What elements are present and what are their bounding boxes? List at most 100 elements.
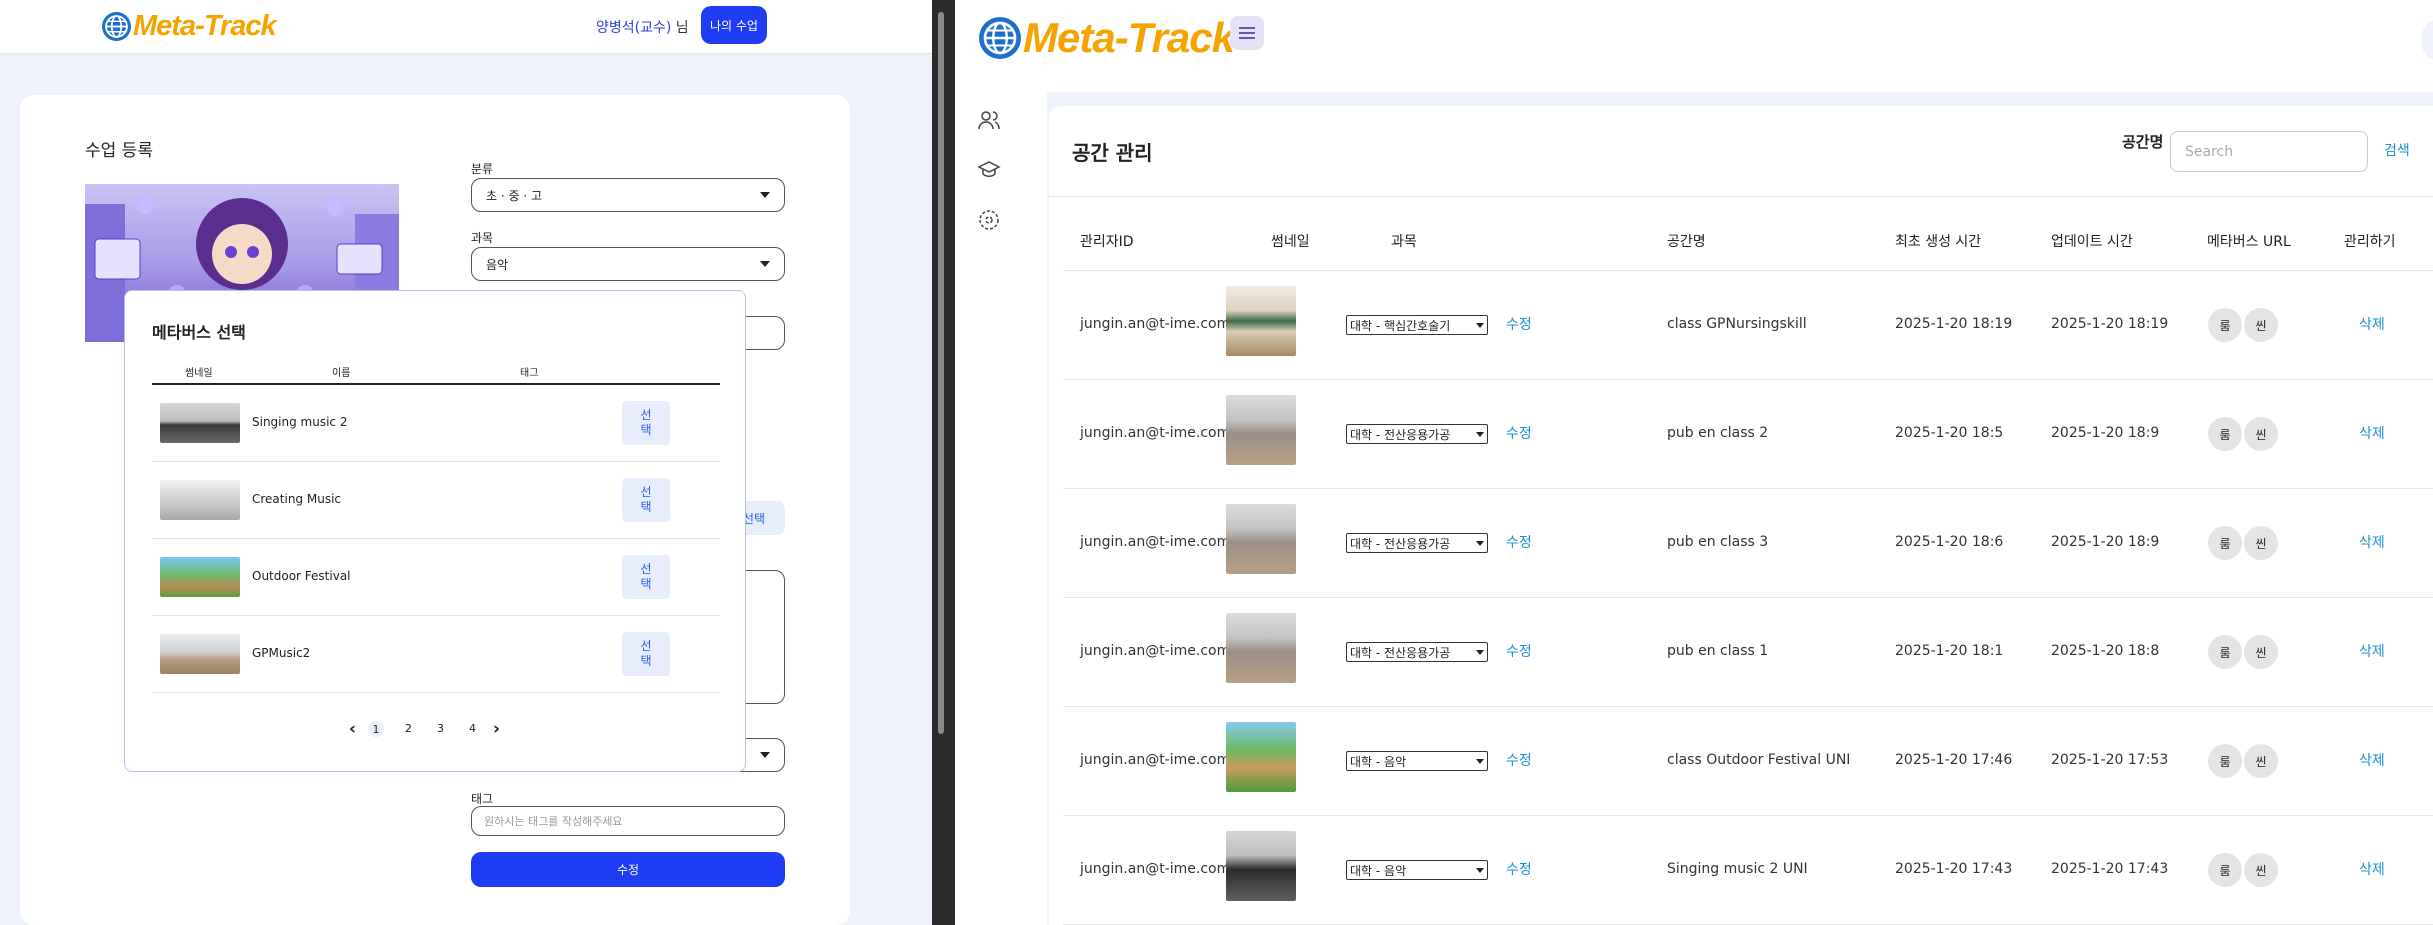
page-4[interactable]: 4 — [469, 722, 476, 735]
delete-link[interactable]: 삭제 — [2359, 750, 2385, 770]
admin-id: jungin.an@t-ime.com — [1080, 316, 1231, 332]
category-select[interactable]: 초 · 중 · 고 — [471, 178, 785, 212]
admin-id: jungin.an@t-ime.com — [1080, 425, 1231, 441]
tag-input[interactable]: 원하시는 태그를 작성해주세요 — [471, 806, 785, 836]
left-logo[interactable]: Meta-Track — [102, 10, 277, 43]
room-button[interactable]: 룸 — [2208, 526, 2242, 560]
users-icon[interactable] — [977, 108, 1001, 136]
subject-select[interactable]: 대학 - 전산응용가공 — [1346, 642, 1488, 662]
search-placeholder: Search — [2185, 143, 2234, 160]
my-class-button[interactable]: 나의 수업 — [701, 6, 767, 44]
edit-link[interactable]: 수정 — [1506, 532, 1532, 552]
pagination: ‹ 1 2 3 4 › — [349, 719, 500, 744]
room-button[interactable]: 룸 — [2208, 417, 2242, 451]
room-button[interactable]: 룸 — [2208, 853, 2242, 887]
edit-link[interactable]: 수정 — [1506, 423, 1532, 443]
right-logo[interactable]: Meta-Track — [979, 14, 1235, 62]
subject-value: 대학 - 전산응용가공 — [1350, 427, 1451, 442]
prev-page-icon[interactable]: ‹ — [349, 719, 356, 739]
edit-link[interactable]: 수정 — [1506, 859, 1532, 879]
room-button[interactable]: 룸 — [2208, 635, 2242, 669]
subject-select[interactable]: 대학 - 핵심간호술기 — [1346, 315, 1488, 335]
subject-value: 대학 - 전산응용가공 — [1350, 536, 1451, 551]
user-name[interactable]: 양병석(교수) — [596, 20, 671, 36]
chevron-down-icon — [1476, 867, 1484, 873]
search-button[interactable]: 검색 — [2384, 140, 2410, 160]
select-button[interactable]: 선택 — [622, 478, 670, 522]
space-name: Outdoor Festival — [252, 569, 351, 583]
header-tag: 태그 — [520, 368, 539, 379]
scene-button[interactable]: 씬 — [2244, 526, 2278, 560]
chevron-down-icon — [1476, 431, 1484, 437]
user-suffix: 님 — [675, 20, 689, 36]
room-button[interactable]: 룸 — [2208, 308, 2242, 342]
created-time: 2025-1-20 18:6 — [1895, 534, 2004, 550]
edit-link[interactable]: 수정 — [1506, 750, 1532, 770]
edit-link[interactable]: 수정 — [1506, 314, 1532, 334]
hamburger-icon — [1239, 27, 1255, 39]
delete-link[interactable]: 삭제 — [2359, 532, 2385, 552]
space-thumbnail — [1226, 831, 1296, 901]
subject-select[interactable]: 대학 - 음악 — [1346, 860, 1488, 880]
search-input[interactable]: Search — [2170, 131, 2368, 172]
created-time: 2025-1-20 18:1 — [1895, 643, 2004, 659]
globe-icon — [102, 12, 131, 41]
scene-button[interactable]: 씬 — [2244, 308, 2278, 342]
modal-row: Creating Music 선택 — [152, 462, 720, 539]
updated-time: 2025-1-20 17:53 — [2051, 752, 2169, 768]
subject-select[interactable]: 음악 — [471, 247, 785, 281]
space-name: pub en class 1 — [1667, 643, 1769, 659]
scene-button[interactable]: 씬 — [2244, 417, 2278, 451]
chevron-down-icon — [1476, 649, 1484, 655]
chevron-down-icon — [1476, 540, 1484, 546]
page-1[interactable]: 1 — [368, 721, 384, 737]
subject-value: 대학 - 전산응용가공 — [1350, 645, 1451, 660]
metaverse-select-modal: 메타버스 선택 썸네일 이름 태그 Singing music 2 선택 Cre… — [124, 290, 746, 772]
modal-row: Outdoor Festival 선택 — [152, 539, 720, 616]
subject-select[interactable]: 대학 - 음악 — [1346, 751, 1488, 771]
space-thumbnail — [1226, 286, 1296, 356]
window-divider[interactable] — [932, 0, 955, 925]
subject-value: 대학 - 음악 — [1350, 863, 1407, 878]
created-time: 2025-1-20 17:46 — [1895, 752, 2013, 768]
subject-select[interactable]: 대학 - 전산응용가공 — [1346, 424, 1488, 444]
subject-select[interactable]: 대학 - 전산응용가공 — [1346, 533, 1488, 553]
page-3[interactable]: 3 — [437, 722, 444, 735]
delete-link[interactable]: 삭제 — [2359, 641, 2385, 661]
delete-link[interactable]: 삭제 — [2359, 314, 2385, 334]
user-greeting: 양병석(교수) 님 — [596, 17, 689, 37]
updated-time: 2025-1-20 18:19 — [2051, 316, 2169, 332]
profile-avatar[interactable] — [2421, 20, 2433, 60]
col-created: 최초 생성 시간 — [1895, 234, 1982, 250]
page-2[interactable]: 2 — [405, 722, 412, 735]
page-title: 공간 관리 — [1072, 141, 1153, 165]
modal-row: Singing music 2 선택 — [152, 385, 720, 462]
room-button[interactable]: 룸 — [2208, 744, 2242, 778]
space-thumbnail — [160, 403, 240, 443]
delete-link[interactable]: 삭제 — [2359, 423, 2385, 443]
submit-button[interactable]: 수정 — [471, 852, 785, 887]
menu-toggle-button[interactable] — [1230, 16, 1264, 50]
space-name: Creating Music — [252, 492, 342, 506]
metaverse-icon[interactable] — [977, 208, 1001, 236]
table-row: jungin.an@t-ime.com 대학 - 음악 수정 Singing m… — [1063, 816, 2433, 925]
delete-link[interactable]: 삭제 — [2359, 859, 2385, 879]
scene-button[interactable]: 씬 — [2244, 744, 2278, 778]
tag-label: 태그 — [471, 792, 494, 806]
scrollbar-thumb[interactable] — [938, 12, 944, 734]
select-button[interactable]: 선택 — [622, 632, 670, 676]
admin-id: jungin.an@t-ime.com — [1080, 534, 1231, 550]
search-label: 공간명 — [2122, 133, 2164, 151]
scene-button[interactable]: 씬 — [2244, 853, 2278, 887]
select-button[interactable]: 선택 — [622, 555, 670, 599]
space-name: class Outdoor Festival UNI — [1667, 752, 1851, 768]
chevron-down-icon — [760, 192, 770, 198]
graduation-cap-icon[interactable] — [977, 158, 1001, 186]
next-page-icon[interactable]: › — [493, 719, 500, 739]
select-button[interactable]: 선택 — [622, 401, 670, 445]
updated-time: 2025-1-20 17:43 — [2051, 861, 2169, 877]
card-title: 수업 등록 — [85, 141, 153, 161]
header-thumbnail: 썸네일 — [185, 368, 213, 379]
edit-link[interactable]: 수정 — [1506, 641, 1532, 661]
scene-button[interactable]: 씬 — [2244, 635, 2278, 669]
